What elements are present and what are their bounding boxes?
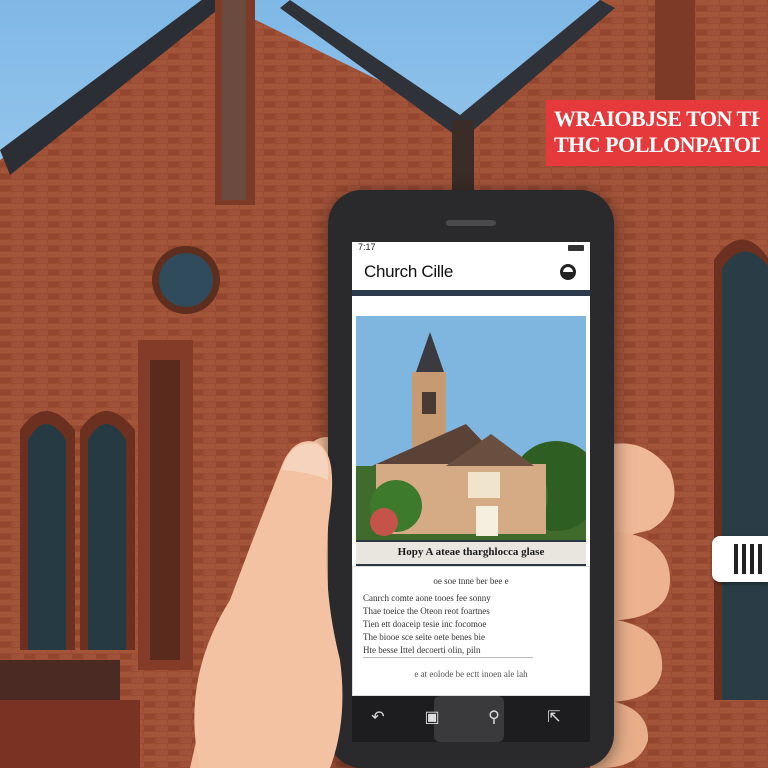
church-photo[interactable] bbox=[356, 316, 586, 552]
location-pin-icon[interactable] bbox=[560, 264, 576, 280]
smartphone: 7:17 Church Cille Hopy A ateae tharghloc… bbox=[328, 190, 614, 768]
app-title: Church Cille bbox=[364, 262, 453, 281]
description-line: The biooe sce seite oete benes bie bbox=[363, 632, 485, 642]
description-line: Thae toeice the Oteon reot foartnes bbox=[363, 606, 490, 616]
battery-icon bbox=[568, 245, 584, 251]
description-line: Canrch comte aone tooes fee sonny bbox=[363, 593, 491, 603]
banner-line-1: WRAIOBJSE TON THE GOI bbox=[554, 106, 760, 131]
description-line: Hte besse Ittel decoerti olin, piln bbox=[363, 644, 533, 658]
description-lead: oe soe tnne ber bee e bbox=[433, 576, 509, 586]
app-header: Church Cille bbox=[352, 254, 590, 296]
photo-caption: Hopy A ateae tharghlocca glase bbox=[356, 540, 586, 566]
barcode-tag bbox=[712, 536, 768, 582]
barcode-icon bbox=[734, 544, 764, 574]
phone-screen: 7:17 Church Cille Hopy A ateae tharghloc… bbox=[352, 242, 590, 742]
description-footer: e at eolode be ectt inoen ale lah bbox=[414, 669, 528, 679]
thumb bbox=[194, 441, 343, 768]
search-icon[interactable]: ⚲ bbox=[482, 706, 506, 730]
expand-icon[interactable]: ⇱ bbox=[542, 706, 566, 730]
description-line: Tien ett doaceip tesie inc focomoe bbox=[363, 619, 487, 629]
description-card: oe soe tnne ber bee e Canrch comte aone … bbox=[352, 566, 590, 696]
bottom-nav: ↶ ▣ ⚲ ⇱ bbox=[352, 696, 590, 742]
status-time: 7:17 bbox=[358, 242, 376, 252]
gallery-icon[interactable]: ▣ bbox=[420, 706, 444, 730]
promo-banner: WRAIOBJSE TON THE GOI THC POLLONPATODOCT… bbox=[546, 100, 768, 166]
scene: WRAIOBJSE TON THE GOI THC POLLONPATODOCT… bbox=[0, 0, 768, 768]
phone-speaker bbox=[446, 220, 496, 226]
banner-line-2: THC POLLONPATODOCTR bbox=[554, 132, 760, 157]
status-bar: 7:17 bbox=[352, 242, 590, 254]
